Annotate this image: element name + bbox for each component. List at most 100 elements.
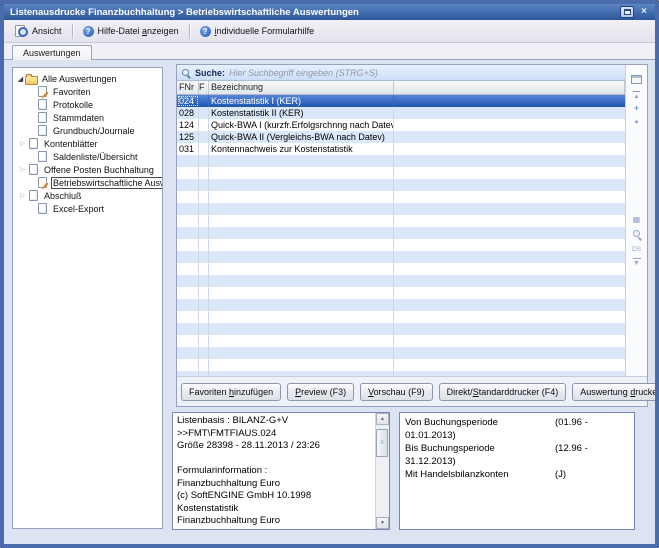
table-row-empty [177,179,625,191]
cell-bezeichnung: Quick-BWA II (Vergleichs-BWA nach Datev) [209,131,394,143]
vorschau-button[interactable]: Vorschau (F9) [360,383,433,401]
tab-auswertungen[interactable]: Auswertungen [12,45,92,61]
info-line [177,453,373,466]
preview-button[interactable]: Preview (F3) [287,383,354,401]
restore-button[interactable] [620,6,634,18]
info-scrollbar[interactable]: ▲ ≡ ▼ [375,413,389,529]
filter-icon[interactable]: ▼ [626,258,647,269]
expander-expanded-icon[interactable]: ◢ [16,75,25,83]
table-row-empty [177,335,625,347]
info-line: Formularinformation : [177,465,373,478]
search-bar[interactable]: Suche: Hier Suchbegriff eingeben (STRG+S… [177,65,625,81]
table-row-empty [177,191,625,203]
tree-item-saldenliste[interactable]: Saldenliste/Übersicht [13,150,162,163]
grid-view-icon[interactable]: ▦ [626,215,647,225]
help-icon: ? [200,26,211,37]
add-icon[interactable]: + [626,103,647,113]
info-line: Kostenstatistik [177,503,373,516]
table-row-empty [177,359,625,371]
search-icon [181,68,191,78]
tree-item-betriebswirtschaftliche-auswertungen[interactable]: Betriebswirtschaftliche Auswertungen [13,176,162,189]
app-window: Listenausdrucke Finanzbuchhaltung > Betr… [0,0,659,548]
formularhilfe-button[interactable]: ? individuelle Formularhilfe [193,23,322,40]
hilfe-datei-button[interactable]: ? Hilfe-Datei anzeigen [76,23,186,40]
ansicht-button[interactable]: Ansicht [8,22,69,40]
list-info-panel: Listenbasis : BILANZ-G+V >>FMT\FMTFIAUS.… [172,412,390,530]
table-row[interactable]: 028 Kostenstatistik II (KER) [177,107,625,119]
table-row-selected[interactable]: 024 Kostenstatistik I (KER) [177,95,625,107]
parameter-label: Von Buchungsperiode [405,416,555,429]
favoriten-hinzufuegen-button[interactable]: Favoriten hinzufügen [181,383,281,401]
auswertung-drucken-button[interactable]: Auswertung drucken [572,383,659,401]
table-row[interactable]: 031 Kontennachweis zur Kostenstatistik [177,143,625,155]
cell-fnr: 024 [177,95,199,107]
hilfe-datei-label: Hilfe-Datei anzeigen [98,26,179,36]
favorites-icon [36,86,48,97]
document-icon [36,203,48,214]
expander-collapsed-icon[interactable]: ▷ [18,166,27,173]
table-row-empty [177,227,625,239]
tree-item-protokolle[interactable]: Protokolle [13,98,162,111]
scrollbar-down-icon[interactable]: ▼ [376,517,389,529]
cell-empty [394,119,625,131]
tree-item-grundbuch-journale[interactable]: Grundbuch/Journale [13,124,162,137]
tree-item-excel-export[interactable]: Excel-Export [13,202,162,215]
ansicht-label: Ansicht [32,26,62,36]
cell-empty [394,143,625,155]
table-row-empty [177,155,625,167]
info-line: (c) SoftENGINE GmbH 09.1998 [177,528,373,531]
expander-collapsed-icon[interactable]: ▷ [18,192,27,199]
tree-item-kontenblaetter[interactable]: ▷ Kontenblätter [13,137,162,150]
document-icon [36,151,48,162]
category-tree-panel: ◢ Alle Auswertungen Favoriten Protokolle… [12,67,163,529]
close-icon: × [641,6,647,18]
scrollbar-thumb[interactable]: ≡ [376,429,388,457]
formularhilfe-label: individuelle Formularhilfe [215,26,315,36]
info-line: Größe 28398 - 28.11.2013 / 23:26 [177,440,373,453]
toolbar: Ansicht ? Hilfe-Datei anzeigen ? individ… [4,20,655,43]
action-button-bar: Favoriten hinzufügen Preview (F3) Vorsch… [177,376,647,406]
cell-bezeichnung: Kostenstatistik II (KER) [209,107,394,119]
column-chooser-icon[interactable] [631,75,642,84]
cell-f [199,95,209,107]
scrollbar-up-icon[interactable]: ▲ [376,413,389,425]
restore-icon [624,9,631,15]
cell-bezeichnung: Quick-BWA I (kurzfr.Erfolgsrchnng nach D… [209,119,394,131]
table-row[interactable]: 124 Quick-BWA I (kurzfr.Erfolgsrchnng na… [177,119,625,131]
cell-fnr: 028 [177,107,199,119]
table-row[interactable]: 125 Quick-BWA II (Vergleichs-BWA nach Da… [177,131,625,143]
document-icon [36,112,48,123]
direkt-standarddrucker-button[interactable]: Direkt/Standarddrucker (F4) [439,383,567,401]
column-header-f[interactable]: F [199,81,209,94]
cell-bezeichnung: Kontennachweis zur Kostenstatistik [209,143,394,155]
scroll-up-icon[interactable]: ▲ [626,117,647,127]
tree-item-offene-posten[interactable]: ▷ Offene Posten Buchhaltung [13,163,162,176]
ds-icon[interactable]: DS [626,245,647,255]
tree-item-favoriten[interactable]: Favoriten [13,85,162,98]
search-placeholder[interactable]: Hier Suchbegriff eingeben (STRG+S) [229,68,378,78]
cell-f [199,131,209,143]
table-row-empty [177,203,625,215]
scroll-to-top-icon[interactable]: ▲ [626,91,647,102]
column-header-fnr[interactable]: FNr [177,81,199,94]
parameter-entry: Mit Handelsbilanzkonten(J) [405,468,629,481]
document-edit-icon [36,177,48,188]
view-magnifier-icon [15,25,28,37]
close-button[interactable]: × [637,6,651,18]
info-line: Listenbasis : BILANZ-G+V [177,415,373,428]
table-row-empty [177,347,625,359]
title-bar[interactable]: Listenausdrucke Finanzbuchhaltung > Betr… [4,4,655,20]
document-icon [36,99,48,110]
column-header-bezeichnung[interactable]: Bezeichnung [209,81,394,94]
table-row-empty [177,239,625,251]
tree-item-abschluss[interactable]: ▷ Abschluß [13,189,162,202]
cell-bezeichnung: Kostenstatistik I (KER) [209,95,394,107]
cell-f [199,143,209,155]
column-header-empty[interactable] [394,81,625,94]
parameter-value: (J) [555,469,566,480]
tree-item-stammdaten[interactable]: Stammdaten [13,111,162,124]
info-line: >>FMT\FMTFIAUS.024 [177,428,373,441]
zoom-icon[interactable] [626,229,647,240]
expander-collapsed-icon[interactable]: ▷ [18,140,27,147]
tree-item-alle-auswertungen[interactable]: ◢ Alle Auswertungen [13,72,162,85]
